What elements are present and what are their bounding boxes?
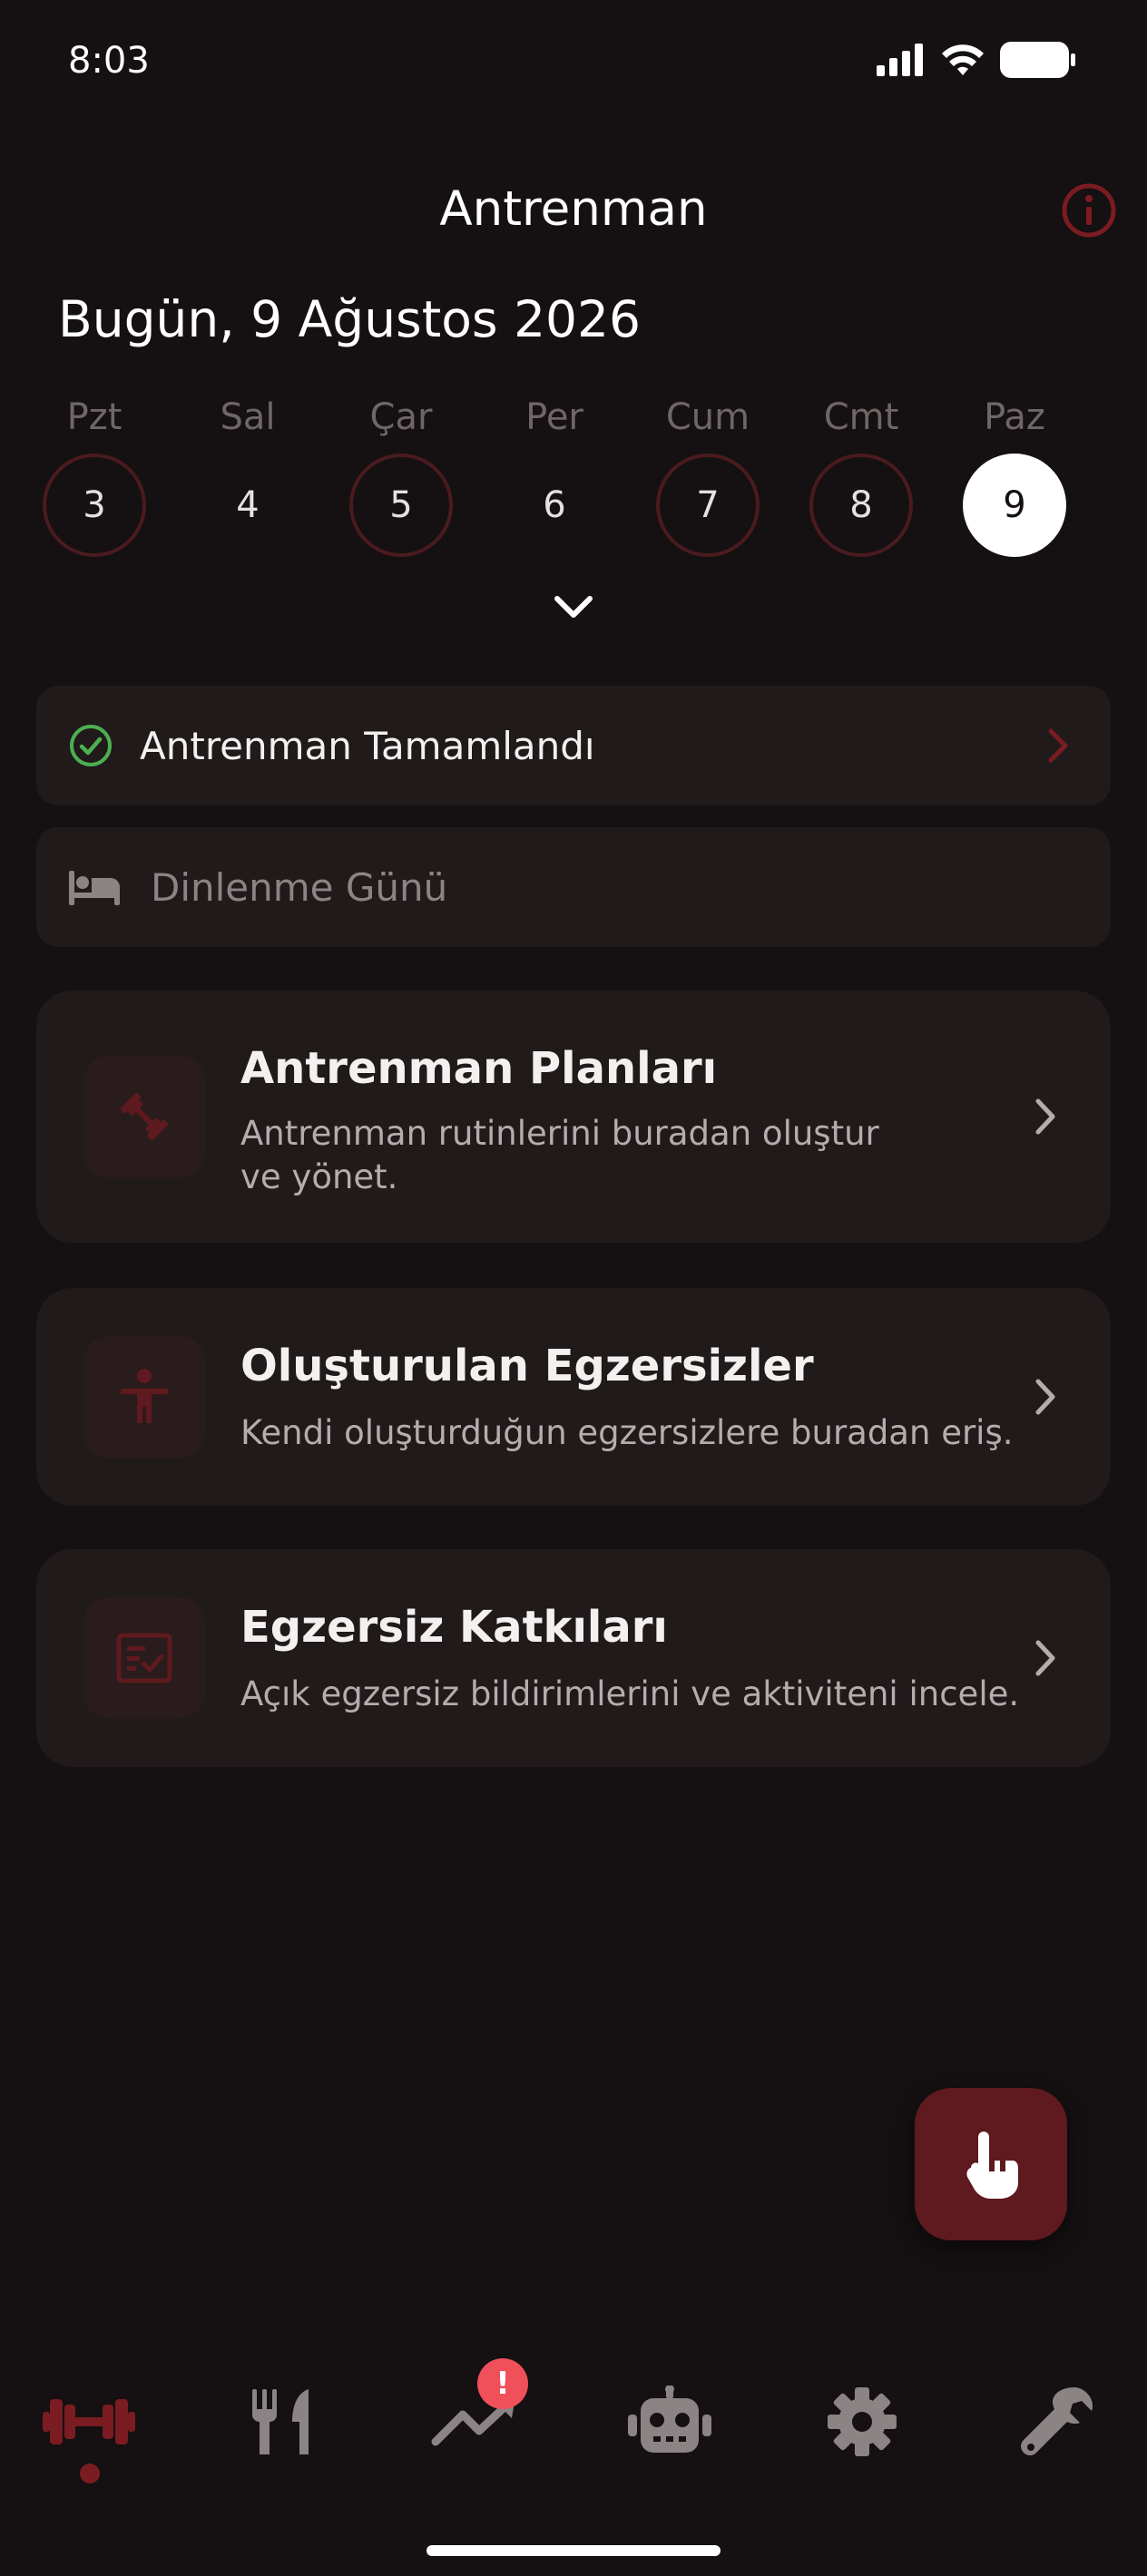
day-mon[interactable]: Pzt 3 xyxy=(40,390,149,557)
day-number: 7 xyxy=(656,454,760,557)
nav-tools[interactable] xyxy=(1004,2376,1113,2467)
dumbbell-icon xyxy=(120,1092,169,1141)
hand-pointer-icon xyxy=(966,2132,1018,2199)
card-title: Oluşturulan Egzersizler xyxy=(240,1341,814,1391)
day-sun[interactable]: Paz 9 xyxy=(960,390,1069,557)
form-check-icon xyxy=(116,1633,172,1683)
day-number: 5 xyxy=(349,454,453,557)
day-number: 4 xyxy=(236,484,260,526)
dumbbell-icon xyxy=(43,2399,135,2444)
rest-day-label: Dinlenme Günü xyxy=(151,864,448,910)
day-wed[interactable]: Çar 5 xyxy=(347,390,456,557)
exercise-contributions-card[interactable]: Egzersiz Katkıları Açık egzersiz bildiri… xyxy=(36,1549,1111,1767)
card-description: Antrenman rutinlerini buradan oluştur ve… xyxy=(240,1114,879,1196)
day-name: Pzt xyxy=(66,396,123,438)
page-title: Antrenman xyxy=(439,181,708,237)
chevron-right-icon xyxy=(1035,1640,1055,1676)
day-number: 8 xyxy=(809,454,913,557)
home-indicator xyxy=(426,2545,721,2556)
card-description: Açık egzersiz bildirimlerini ve aktivite… xyxy=(240,1674,1020,1713)
workout-plans-card[interactable]: Antrenman Planları Antrenman rutinlerini… xyxy=(36,990,1111,1243)
battery-icon xyxy=(1000,42,1075,78)
day-sat[interactable]: Cmt 8 xyxy=(807,390,916,557)
rest-day-row[interactable]: Dinlenme Günü xyxy=(36,827,1111,947)
status-time: 8:03 xyxy=(68,40,150,82)
day-name: Cmt xyxy=(823,396,899,438)
nav-nutrition[interactable] xyxy=(229,2376,338,2467)
tap-action-button[interactable] xyxy=(915,2088,1067,2240)
chevron-right-icon xyxy=(1048,728,1068,763)
wifi-icon xyxy=(942,44,984,75)
nav-assistant[interactable] xyxy=(615,2376,724,2467)
chevron-right-icon xyxy=(1035,1379,1055,1415)
card-description: Kendi oluşturduğun egzersizlere buradan … xyxy=(240,1413,1014,1452)
day-number-selected: 9 xyxy=(963,454,1066,557)
workout-completed-row[interactable]: Antrenman Tamamlandı xyxy=(36,686,1111,805)
chevron-right-icon xyxy=(1035,1098,1055,1135)
day-name: Paz xyxy=(984,396,1045,438)
bed-icon xyxy=(69,871,120,905)
card-icon-box xyxy=(83,1056,205,1177)
chevron-down-icon[interactable] xyxy=(548,590,599,626)
created-exercises-card[interactable]: Oluşturulan Egzersizler Kendi oluşturduğ… xyxy=(36,1288,1111,1506)
utensils-icon xyxy=(252,2389,309,2454)
wrench-icon xyxy=(1021,2387,1093,2455)
notification-badge: ! xyxy=(477,2358,528,2409)
status-icons xyxy=(877,42,1076,78)
day-name: Sal xyxy=(220,396,276,438)
day-tue[interactable]: Sal 4 xyxy=(193,390,302,557)
card-icon-box xyxy=(83,1597,205,1719)
day-name: Çar xyxy=(369,396,433,438)
day-thu[interactable]: Per 6 xyxy=(500,390,609,557)
day-fri[interactable]: Cum 7 xyxy=(653,390,762,557)
check-circle-icon xyxy=(70,725,112,766)
gear-icon xyxy=(828,2387,897,2456)
week-selector: Pzt 3 Sal 4 Çar 5 Per 6 Cum 7 Cmt 8 Paz … xyxy=(36,390,1111,571)
card-title: Egzersiz Katkıları xyxy=(240,1602,668,1653)
info-icon[interactable] xyxy=(1060,181,1118,239)
card-icon-box xyxy=(83,1336,205,1458)
date-title: Bugün, 9 Ağustos 2026 xyxy=(58,290,642,348)
person-icon xyxy=(121,1369,168,1423)
active-indicator xyxy=(80,2464,100,2483)
nav-settings[interactable] xyxy=(808,2376,917,2467)
day-number: 6 xyxy=(543,484,566,526)
nav-workout[interactable] xyxy=(34,2376,143,2467)
completed-label: Antrenman Tamamlandı xyxy=(140,723,595,768)
day-name: Per xyxy=(525,396,583,438)
card-title: Antrenman Planları xyxy=(240,1043,718,1094)
day-name: Cum xyxy=(665,396,750,438)
signal-icon xyxy=(877,44,923,76)
day-number: 3 xyxy=(43,454,146,557)
robot-icon xyxy=(628,2386,711,2453)
